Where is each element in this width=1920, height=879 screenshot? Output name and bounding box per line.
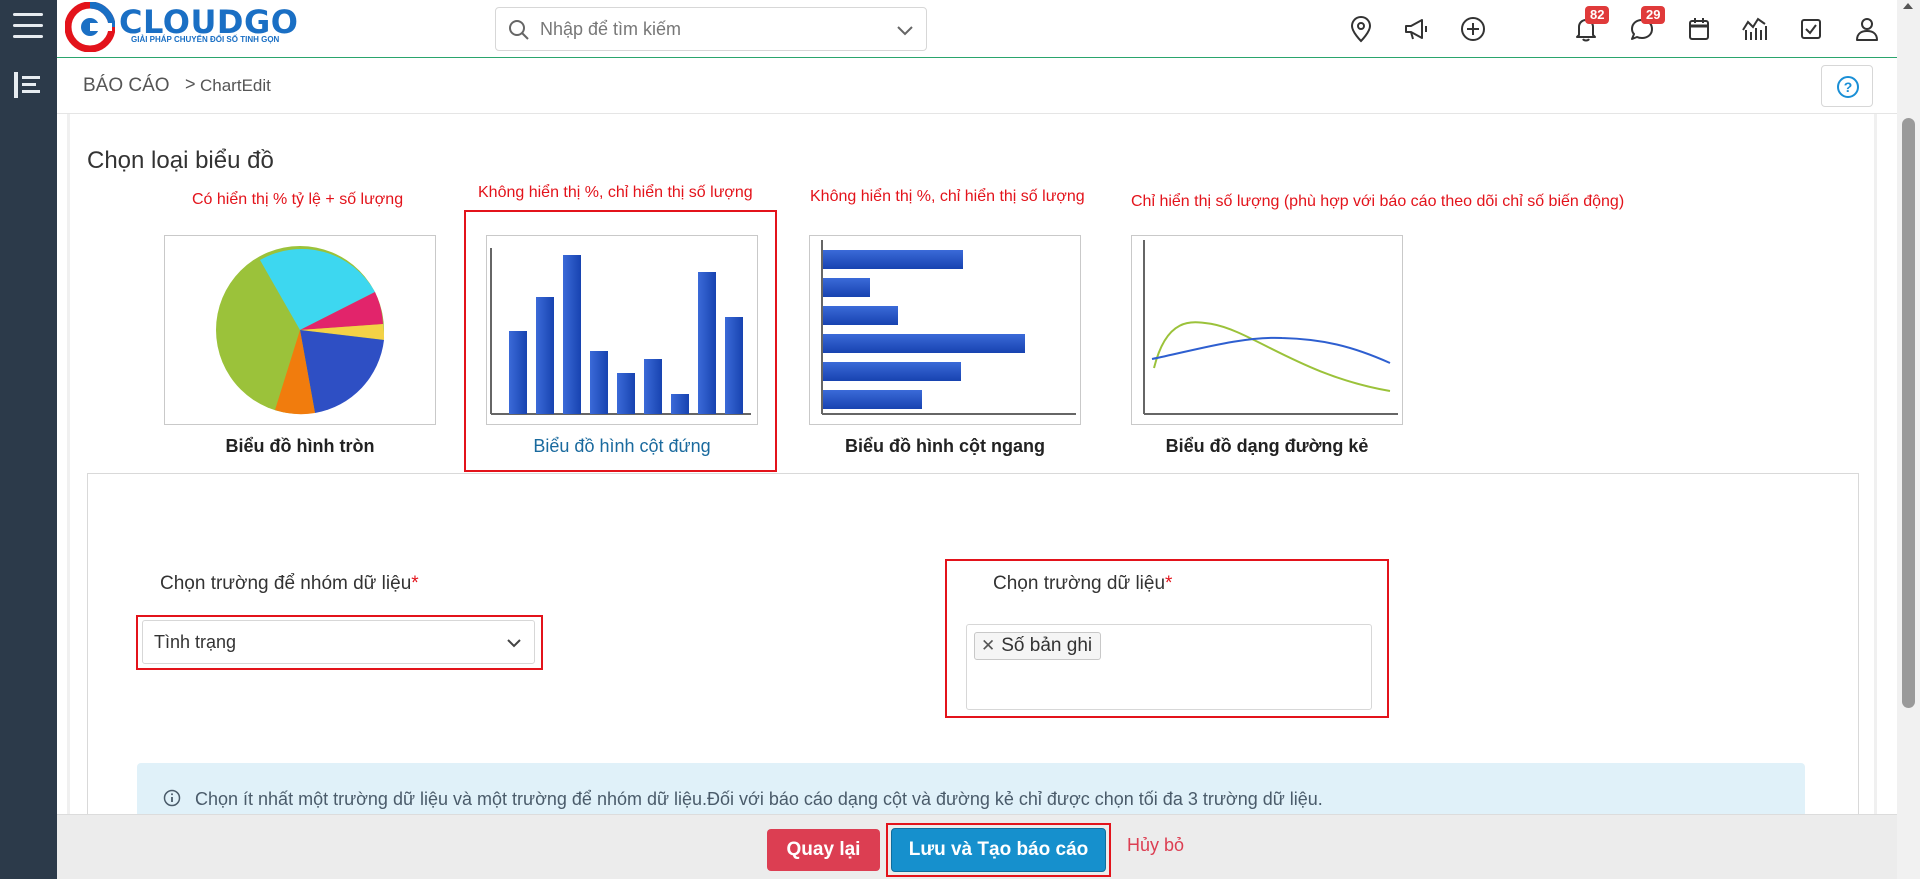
scrollbar-thumb[interactable] [1902,118,1915,708]
calendar-icon[interactable] [1684,14,1714,44]
add-circle-icon[interactable] [1458,14,1488,44]
logo-slogan: GIẢI PHÁP CHUYỂN ĐỔI SỐ TINH GỌN [131,35,280,44]
info-alert: Chọn ít nhất một trường dữ liệu và một t… [137,763,1805,814]
chart-option-pie[interactable] [164,235,436,425]
save-and-create-report-button[interactable]: Lưu và Tạo báo cáo [891,828,1106,872]
group-field-select[interactable]: Tình trạng [142,620,535,664]
cloudgo-logo[interactable]: CLOUDGO GIẢI PHÁP CHUYỂN ĐỔI SỐ TINH GỌN [65,2,298,52]
data-field-multiselect[interactable]: ✕ Số bản ghi [966,624,1372,710]
group-field-label: Chọn trường để nhóm dữ liệu* [160,573,419,595]
hamburger-menu-icon[interactable] [13,13,43,41]
line-chart-label[interactable]: Biểu đồ dạng đường kẻ [1117,436,1417,457]
group-field-value: Tình trạng [154,632,237,652]
scroll-up-arrow-icon[interactable] [1903,3,1913,9]
cancel-button[interactable]: Hủy bỏ [1127,835,1184,856]
top-navbar: CLOUDGO GIẢI PHÁP CHUYỂN ĐỔI SỐ TINH GỌN… [57,0,1920,58]
breadcrumb: BÁO CÁO > ChartEdit ? [57,58,1897,114]
messages-badge: 29 [1641,6,1666,24]
action-footer: Quay lại Lưu và Tạo báo cáo Hủy bỏ [57,814,1897,879]
left-sidebar [0,0,57,879]
bar-chart-icon [821,240,1076,415]
required-mark: * [411,573,419,594]
data-field-label: Chọn trường dữ liệu* [993,573,1172,595]
data-field-tag-label: Số bản ghi [1001,635,1093,656]
notifications-button[interactable]: 82 [1571,6,1610,44]
chevron-down-icon [507,639,521,648]
required-mark: * [1165,573,1173,594]
pie-chart-note: Có hiển thị % tỷ lệ + số lượng [192,191,404,208]
global-search[interactable] [495,7,927,51]
back-button[interactable]: Quay lại [767,829,880,871]
chevron-down-icon[interactable] [896,21,914,39]
bar-chart-label[interactable]: Biểu đồ hình cột ngang [795,436,1095,457]
remove-tag-icon[interactable]: ✕ [981,636,995,655]
info-icon [163,789,181,807]
search-input[interactable] [540,16,880,42]
help-question-icon: ? [1837,76,1859,98]
chart-option-bar[interactable] [809,235,1081,425]
list-menu-icon[interactable] [12,70,44,100]
line-chart-note: Chỉ hiển thị số lượng (phù hợp với báo c… [1131,193,1625,210]
line-chart-icon [1143,240,1398,415]
main-content: Chọn loại biểu đồ Có hiển thị % tỷ lệ + … [67,114,1877,814]
bar-chart-note: Không hiển thị %, chỉ hiển thị số lượng [810,188,1085,205]
notifications-badge: 82 [1585,6,1610,24]
page-scrollbar[interactable] [1897,0,1920,879]
info-text: Chọn ít nhất một trường dữ liệu và một t… [195,789,1323,809]
user-profile-icon[interactable] [1852,14,1882,44]
column-chart-note: Không hiển thị %, chỉ hiển thị số lượng [478,184,753,201]
group-field-label-text: Chọn trường để nhóm dữ liệu [160,573,412,594]
chart-option-line[interactable] [1131,235,1403,425]
breadcrumb-root[interactable]: BÁO CÁO [83,75,170,97]
location-pin-icon[interactable] [1346,14,1376,44]
cloudgo-logo-icon [65,2,115,52]
column-chart-icon [490,248,751,415]
messages-button[interactable]: 29 [1627,6,1666,44]
chart-option-column[interactable] [486,235,758,425]
column-chart-label[interactable]: Biểu đồ hình cột đứng [472,436,772,457]
section-title: Chọn loại biểu đồ [87,147,274,174]
data-field-label-text: Chọn trường dữ liệu [993,573,1166,594]
chart-edit-panel: Chọn loại biểu đồ Có hiển thị % tỷ lệ + … [70,114,1874,814]
task-checkbox-icon[interactable] [1796,14,1826,44]
search-icon [509,20,529,40]
help-button[interactable]: ? [1821,65,1873,107]
megaphone-icon[interactable] [1402,14,1432,44]
pie-chart-icon [216,246,385,415]
analytics-chart-icon[interactable] [1740,14,1770,44]
pie-chart-label[interactable]: Biểu đồ hình tròn [150,436,450,457]
breadcrumb-separator: > [185,74,196,94]
data-field-tag: ✕ Số bản ghi [974,632,1102,660]
breadcrumb-current: ChartEdit [200,76,271,95]
